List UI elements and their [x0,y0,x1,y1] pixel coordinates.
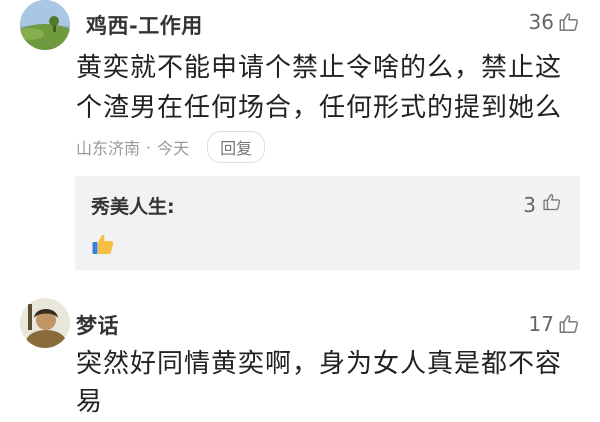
comment-item: 鸡西-工作用 36 黄奕就不能申请个禁止令啥的么，禁止这 个渣男在任何场合，任何… [0,0,600,170]
reply-button[interactable]: 回复 [207,131,266,163]
location-label: 山东济南 [76,139,141,158]
portrait-avatar-icon[interactable] [20,298,70,348]
reply-like-count: 3 [523,192,536,217]
comment-item: 梦话 17 突然好同情黄奕啊，身为女人真是都不容 易 [0,290,600,417]
like-button[interactable]: 36 [529,10,580,34]
time-label: 今天 [157,139,190,158]
comment-text-line: 易 [76,387,104,417]
like-count: 36 [528,10,554,34]
comment-username[interactable]: 鸡西-工作用 [86,10,203,40]
meta-separator: · [146,137,152,157]
reply-box: 秀美人生: 3 [75,176,580,270]
comment-text-line: 突然好同情黄奕啊，身为女人真是都不容 [76,349,563,379]
thumbs-up-emoji-icon [91,232,115,260]
reply-username[interactable]: 秀美人生: [91,192,175,219]
reply-like-button[interactable]: 3 [523,192,562,217]
like-count: 17 [528,312,554,336]
like-button[interactable]: 17 [529,312,580,336]
comment-text-line: 个渣男在任何场合，任何形式的提到她么 [76,93,563,123]
thumbs-up-outline-icon [558,313,580,335]
landscape-avatar-icon[interactable] [20,0,70,50]
thumbs-up-outline-icon [542,192,562,217]
comment-meta: 山东济南 · 今天 回复 [76,131,266,163]
thumbs-up-outline-icon [558,11,580,33]
comment-username[interactable]: 梦话 [76,310,119,340]
comment-text-line: 黄奕就不能申请个禁止令啥的么，禁止这 [76,53,563,83]
